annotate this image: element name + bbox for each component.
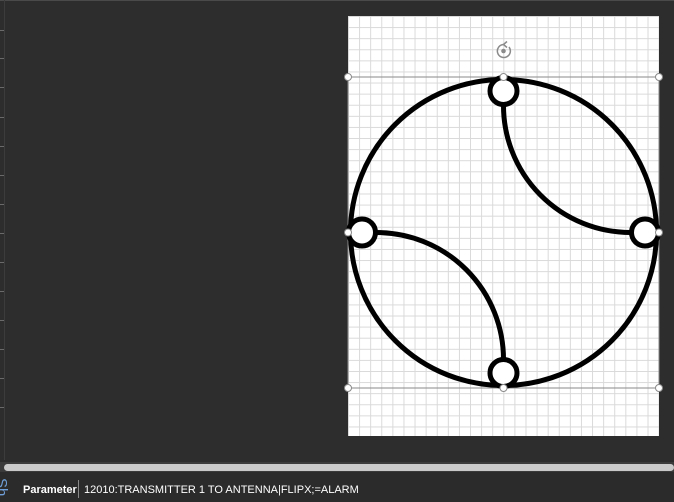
resize-handle-top-right[interactable] xyxy=(655,73,663,81)
top-terminal xyxy=(487,75,520,107)
canvas-overlay xyxy=(344,40,663,392)
horizontal-scrollbar-thumb[interactable] xyxy=(4,464,674,471)
resize-handle-top[interactable] xyxy=(499,73,508,81)
rotate-handle-icon[interactable] xyxy=(496,40,512,59)
transmitter-to-antenna-symbol[interactable] xyxy=(346,75,661,389)
drawing-workspace[interactable] xyxy=(0,0,674,460)
resize-handle-top-left[interactable] xyxy=(344,73,352,81)
bottom-terminal xyxy=(487,357,520,389)
resize-handle-bottom-left[interactable] xyxy=(344,384,352,392)
parameter-value-field[interactable]: 12010:TRANSMITTER 1 TO ANTENNA|FLIPX;=AL… xyxy=(84,484,359,496)
resize-handle-right[interactable] xyxy=(655,228,663,237)
shapes-side-tab[interactable]: Sh xyxy=(0,478,13,502)
right-terminal xyxy=(629,216,661,249)
left-terminal xyxy=(346,216,378,249)
parameter-label: Parameter xyxy=(23,484,77,496)
resize-handle-bottom[interactable] xyxy=(499,384,508,392)
resize-handle-left[interactable] xyxy=(344,228,352,237)
resize-handle-bottom-right[interactable] xyxy=(655,384,663,392)
status-divider xyxy=(78,480,79,498)
